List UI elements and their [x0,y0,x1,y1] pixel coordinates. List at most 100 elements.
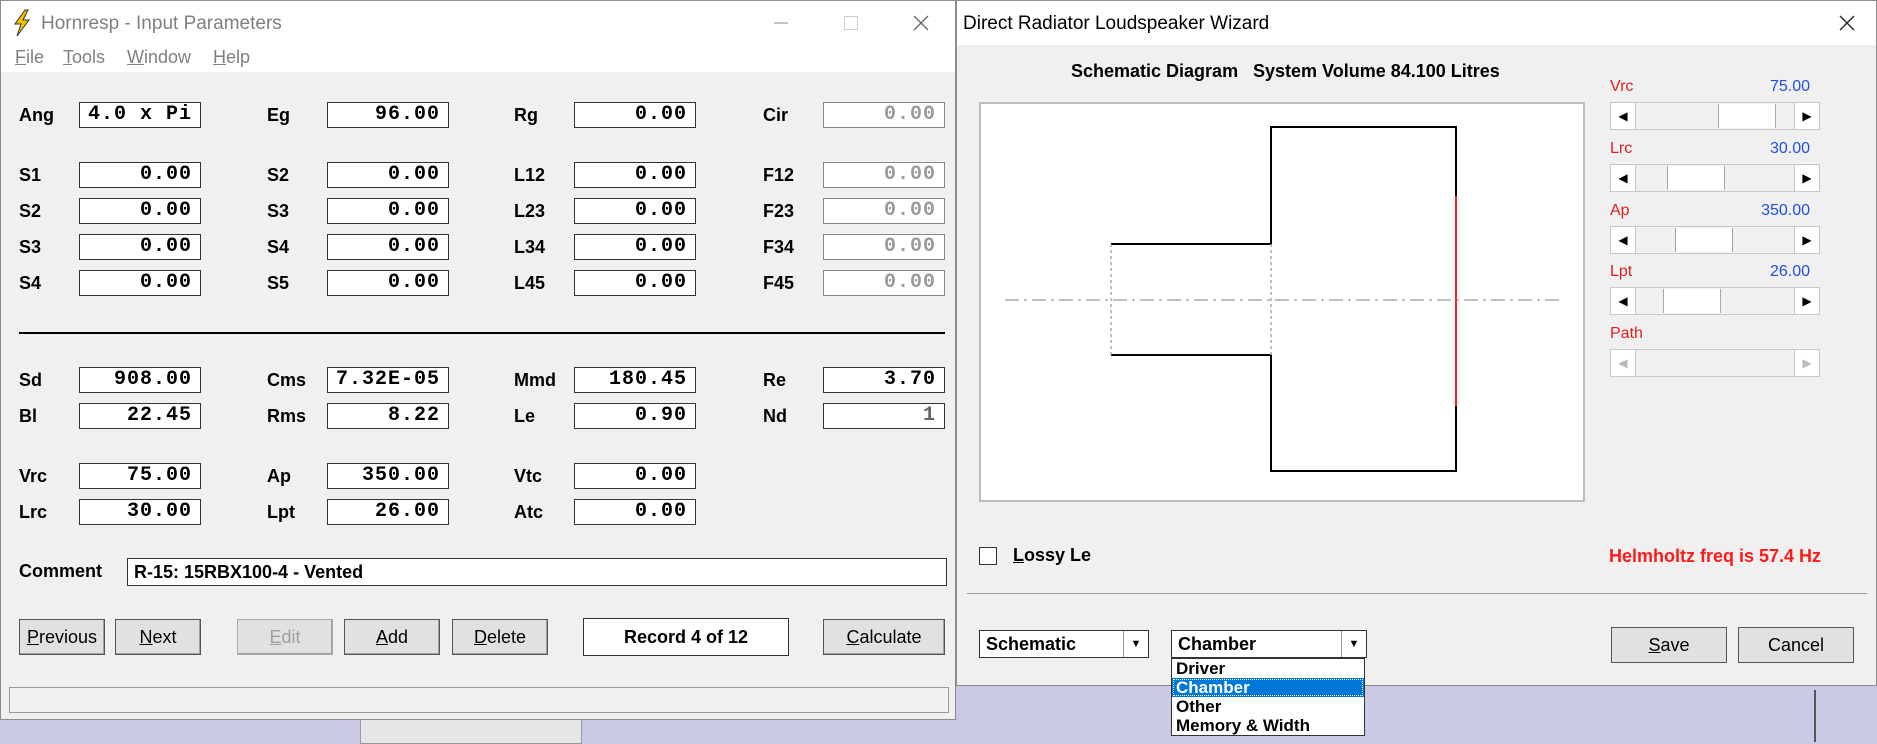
label-cms: Cms [267,370,307,390]
slider-thumb[interactable] [1675,228,1734,252]
scroll-left-arrow: ◀ [1611,350,1636,376]
section-select[interactable]: Chamber ▼ [1171,630,1367,658]
calculate-button[interactable]: Calculate [823,619,945,655]
s3-field[interactable]: 0.00 [327,198,449,224]
mmd-field[interactable]: 180.45 [574,367,696,393]
dropdown-option-driver[interactable]: Driver [1172,659,1364,678]
bl-field[interactable]: 22.45 [79,403,201,429]
view-select[interactable]: Schematic ▼ [979,630,1149,658]
dropdown-option-other[interactable]: Other [1172,697,1364,716]
lightning-icon [14,9,30,37]
slider-thumb[interactable] [1666,166,1725,190]
label-f23: F23 [763,201,795,221]
chevron-down-icon[interactable]: ▼ [1341,631,1366,657]
comment-field[interactable]: R-15: 15RBX100-4 - Vented [127,558,947,586]
menu-file[interactable]: File [15,47,44,68]
l45-field[interactable]: 0.00 [574,270,696,296]
scroll-left-arrow[interactable]: ◀ [1611,227,1636,253]
s1-field[interactable]: 0.00 [79,162,201,188]
driver-row: Bl 22.45 Rms 8.22 Le 0.90 Nd 1 [1,403,961,439]
label-re: Re [763,370,787,390]
delete-button[interactable]: Delete [452,619,548,655]
s2-field[interactable]: 0.00 [327,162,449,188]
scroll-left-arrow[interactable]: ◀ [1611,288,1636,314]
scroll-right-arrow[interactable]: ▶ [1794,227,1819,253]
nd-field[interactable]: 1 [823,403,945,429]
section-select-value: Chamber [1178,634,1257,654]
scroll-right-arrow: ▶ [1794,350,1819,376]
lossy-le-label[interactable]: Lossy Le [1013,545,1091,566]
scroll-left-arrow[interactable]: ◀ [1611,103,1636,129]
f34-field: 0.00 [823,234,945,260]
divider [19,332,945,334]
s5-field[interactable]: 0.00 [327,270,449,296]
sd-field[interactable]: 908.00 [79,367,201,393]
lpt-field[interactable]: 26.00 [327,499,449,525]
chevron-down-icon[interactable]: ▼ [1123,631,1148,657]
menu-window[interactable]: Window [127,47,191,68]
edit-button: Edit [237,619,333,655]
s4-field[interactable]: 0.00 [327,234,449,260]
menu-tools[interactable]: Tools [63,47,105,68]
s4-left-field[interactable]: 0.00 [79,270,201,296]
path-slider: ◀ ▶ [1610,349,1820,377]
title-bar: Hornresp - Input Parameters [1,1,955,45]
eg-field[interactable]: 96.00 [327,102,449,128]
s3-left-field[interactable]: 0.00 [79,234,201,260]
f12-field: 0.00 [823,162,945,188]
vrc-field[interactable]: 75.00 [79,463,201,489]
label-vrc: Vrc [19,466,48,486]
previous-button[interactable]: Previous [19,619,105,655]
slider-thumb[interactable] [1717,104,1776,128]
atc-field[interactable]: 0.00 [574,499,696,525]
label-s3-left: S3 [19,237,42,257]
ap-slider[interactable]: ◀ ▶ [1610,226,1820,254]
label-l12: L12 [514,165,546,185]
helmholtz-frequency: Helmholtz freq is 57.4 Hz [1609,546,1822,566]
vtc-field[interactable]: 0.00 [574,463,696,489]
cancel-button[interactable]: Cancel [1738,627,1854,663]
lpt-slider[interactable]: ◀ ▶ [1610,287,1820,315]
menu-help[interactable]: Help [213,47,250,68]
label-lpt: Lpt [267,502,295,522]
label-eg: Eg [267,105,291,125]
maximize-button[interactable] [831,9,871,37]
label-s2-left: S2 [19,201,42,221]
cms-field[interactable]: 7.32E-05 [327,367,449,393]
lrc-slider[interactable]: ◀ ▶ [1610,164,1820,192]
rg-field[interactable]: 0.00 [574,102,696,128]
label-ap: Ap [267,466,291,486]
lrc-field[interactable]: 30.00 [79,499,201,525]
scroll-right-arrow[interactable]: ▶ [1794,165,1819,191]
loudspeaker-wizard-window: Direct Radiator Loudspeaker Wizard Schem… [956,0,1877,686]
save-button[interactable]: Save [1611,627,1727,663]
scroll-right-arrow[interactable]: ▶ [1794,288,1819,314]
next-button[interactable]: Next [115,619,201,655]
rms-field[interactable]: 8.22 [327,403,449,429]
wizard-close-button[interactable] [1827,9,1867,37]
le-field[interactable]: 0.90 [574,403,696,429]
label-s4: S4 [267,237,290,257]
l12-field[interactable]: 0.00 [574,162,696,188]
minimize-button[interactable] [761,9,801,37]
scroll-right-arrow[interactable]: ▶ [1794,103,1819,129]
label-comment: Comment [19,561,103,581]
re-field[interactable]: 3.70 [823,367,945,393]
l23-field[interactable]: 0.00 [574,198,696,224]
s2-left-field[interactable]: 0.00 [79,198,201,224]
scroll-left-arrow[interactable]: ◀ [1611,165,1636,191]
segment-row: S1 0.00 S2 0.00 L12 0.00 F12 0.00 [1,162,961,198]
close-button[interactable] [901,9,941,37]
ap-field[interactable]: 350.00 [327,463,449,489]
lossy-le-checkbox[interactable] [979,547,997,565]
dropdown-option-chamber[interactable]: Chamber [1172,678,1364,697]
add-button[interactable]: Add [344,619,440,655]
dropdown-option-memory-width[interactable]: Memory & Width [1172,716,1364,735]
slider-thumb[interactable] [1662,289,1721,313]
vrc-slider[interactable]: ◀ ▶ [1610,102,1820,130]
ang-field[interactable]: 4.0 x Pi [79,102,201,128]
label-s1: S1 [19,165,42,185]
label-mmd: Mmd [514,370,556,390]
l34-field[interactable]: 0.00 [574,234,696,260]
schematic-title: Schematic Diagram [1071,61,1239,81]
